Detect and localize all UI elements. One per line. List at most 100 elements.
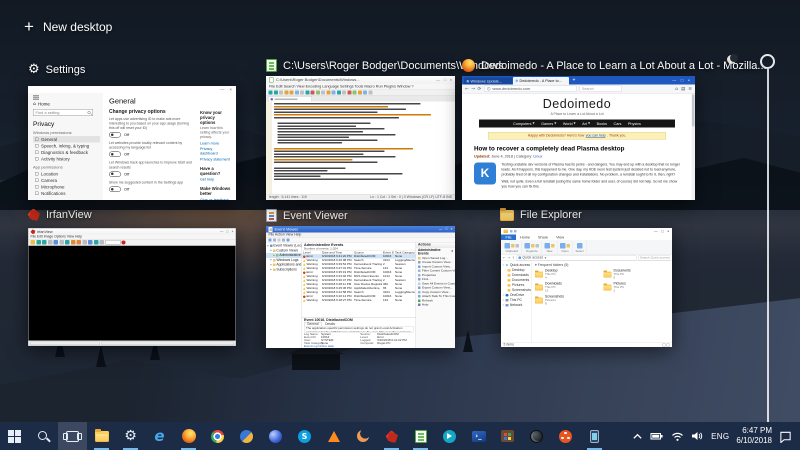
zoom-input[interactable] [105, 240, 120, 245]
toolbar-button-icon[interactable] [31, 240, 36, 245]
toolbar-button-icon[interactable] [321, 90, 325, 94]
event-row[interactable]: Warning6/10/2018 6:30:47 PMKernel-Event … [302, 279, 416, 283]
toolbar-button-icon[interactable] [337, 90, 341, 94]
volume-icon[interactable] [691, 430, 704, 442]
settings-nav-item[interactable]: Notifications [33, 190, 100, 197]
event-row[interactable]: Warning6/10/2018 6:37:31 PMTime-Service1… [302, 267, 416, 271]
site-nav-item[interactable]: Computers▼ [513, 121, 534, 126]
action-item[interactable]: Help [416, 303, 455, 307]
aside-link[interactable]: Give us feedback [200, 197, 231, 200]
event-row[interactable]: Warning6/10/2018 6:28:11 PMUser Device R… [302, 283, 416, 287]
tree-node[interactable]: ▸Subscriptions [266, 267, 302, 272]
frequent-folder-tile[interactable]: DesktopThis PC4 [535, 269, 601, 280]
nav-pane-item[interactable]: ›Network [501, 303, 532, 308]
event-row[interactable]: Error6/10/2018 6:35:19 PMDistributedCOM1… [302, 271, 416, 275]
action-item[interactable]: Create Custom View... [416, 260, 455, 264]
site-nav-item[interactable]: Art▼ [582, 121, 590, 126]
toolbar-button-icon[interactable] [59, 240, 64, 245]
toolbar-button-icon[interactable] [273, 238, 276, 241]
ribbon-button-icon[interactable] [505, 243, 511, 249]
event-row[interactable]: Error6/10/2018 6:41:22 PMDistributedCOM1… [302, 255, 416, 259]
toolbar-button-icon[interactable] [332, 90, 336, 94]
toolbar-button-icon[interactable] [300, 90, 304, 94]
toolbar-button-icon[interactable] [48, 240, 53, 245]
toolbar-button-icon[interactable] [290, 90, 294, 94]
thumbnail-label-firefox[interactable]: Dedoimedo - A Place to Learn a Lot About… [462, 59, 767, 72]
toolbar-button-icon[interactable] [71, 240, 76, 245]
input-language-indicator[interactable]: ENG [711, 432, 729, 441]
action-item[interactable]: Filter Current Custom View... [416, 269, 455, 273]
toolbar-button-icon[interactable] [282, 238, 285, 241]
site-nav-item[interactable]: Books [597, 121, 607, 126]
toggle-switch[interactable]: Off [109, 132, 193, 138]
file-explorer-window-thumbnail[interactable]: — □ × File Home Share View ClipboardOrga… [501, 228, 672, 347]
toolbar-button-icon[interactable] [295, 90, 299, 94]
notepad-window-thumbnail[interactable]: C:\Users\Roger Bodger\Documents\Windows.… [266, 76, 455, 200]
frequent-folder-tile[interactable]: DownloadsThis PC12 [535, 282, 601, 293]
taskbar-vlc-button[interactable] [319, 422, 348, 450]
frequent-folder-tile[interactable]: PicturesThis PC2 [604, 282, 670, 293]
taskbar-phone-app-button[interactable] [580, 422, 609, 450]
toolbar-button-icon[interactable] [88, 240, 93, 245]
firefox-window-thumbnail[interactable]: Windows Update... Dedoimedo - A Place to… [462, 76, 695, 200]
toolbar-button-icon[interactable] [305, 90, 309, 94]
wifi-icon[interactable] [671, 430, 684, 442]
ribbon-button-icon[interactable] [551, 244, 555, 248]
aside-link[interactable]: Learn more [200, 141, 231, 146]
event-viewer-window-thumbnail[interactable]: Event Viewer — □ × File Action View Help… [266, 226, 455, 348]
site-nav-item[interactable]: Cars [614, 121, 622, 126]
frequent-folder-tile[interactable]: DocumentsThis PC0 [604, 269, 670, 280]
toolbar-button-icon[interactable] [100, 240, 105, 245]
toolbar-button-icon[interactable] [36, 240, 41, 245]
toolbar-button-icon[interactable] [316, 90, 320, 94]
toolbar-button-icon[interactable] [284, 90, 288, 94]
action-item[interactable]: Import Custom View... [416, 265, 455, 269]
action-item[interactable]: Attach Task To This Custom View... [416, 294, 455, 298]
action-item[interactable]: Copy Custom View... [416, 290, 455, 294]
action-item[interactable]: Save All Events in Custom View As... [416, 282, 455, 286]
toolbar-button-icon[interactable] [274, 90, 278, 94]
aside-link[interactable]: Privacy statement [200, 157, 231, 162]
toolbar-button-icon[interactable] [269, 90, 273, 94]
toggle-switch[interactable]: Off [109, 152, 193, 158]
aside-link[interactable]: Get help [200, 177, 231, 182]
toolbar-button-icon[interactable] [342, 90, 346, 94]
toolbar-button-icon[interactable] [54, 240, 59, 245]
toolbar-button-icon[interactable] [42, 240, 47, 245]
taskbar-ubuntu-button[interactable] [551, 422, 580, 450]
new-desktop-button[interactable]: + New desktop [24, 20, 112, 34]
taskbar-search-button[interactable] [29, 422, 58, 450]
site-nav-item[interactable]: World▼ [563, 121, 576, 126]
site-nav-item[interactable]: Games▼ [541, 121, 556, 126]
ribbon-button-icon[interactable] [511, 244, 515, 248]
event-row[interactable]: Warning6/10/2018 6:33:02 PMDNS Client Ev… [302, 275, 416, 279]
taskbar-file-explorer-button[interactable] [87, 422, 116, 450]
battery-icon[interactable] [650, 430, 664, 442]
taskbar-firefox-button[interactable] [174, 422, 203, 450]
taskbar-irfanview-button[interactable] [377, 422, 406, 450]
ribbon-button-icon[interactable] [567, 244, 571, 248]
tray-expand-chevron-icon[interactable] [632, 431, 643, 442]
taskbar-media-player-button[interactable] [232, 422, 261, 450]
frequent-folder-tile[interactable]: ScreenshotsPictures8 [535, 295, 601, 306]
event-row[interactable]: Warning6/10/2018 6:39:54 PMKernel-Event … [302, 263, 416, 267]
thumbnail-label-event-viewer[interactable]: Event Viewer [266, 209, 348, 222]
ribbon-button-icon[interactable] [525, 243, 531, 249]
toolbar-button-icon[interactable] [358, 90, 362, 94]
taskbar-settings-button[interactable]: ⚙ [116, 422, 145, 450]
taskbar-task-view-button[interactable] [58, 422, 87, 450]
toolbar-button-icon[interactable] [82, 240, 87, 245]
toolbar-button-icon[interactable] [347, 90, 351, 94]
taskbar-teal-circle-app-button[interactable] [435, 422, 464, 450]
toolbar-button-icon[interactable] [278, 238, 281, 241]
taskbar-clock[interactable]: 6:47 PM 6/10/2018 [736, 426, 772, 446]
ribbon-button-icon[interactable] [545, 243, 551, 249]
irfanview-window-thumbnail[interactable]: IrfanView — □ × File Edit Image Options … [28, 228, 236, 346]
settings-window-thumbnail[interactable]: — × ⌂ Home Find a setting Privacy Window… [28, 86, 236, 200]
toolbar-button-icon[interactable] [353, 90, 357, 94]
toggle-switch[interactable]: Off [109, 186, 193, 192]
taskbar-blue-swoosh-app-button[interactable] [261, 422, 290, 450]
event-row[interactable]: Warning6/10/2018 6:18:27 PMTime-Service1… [302, 299, 416, 303]
taskbar-notepad-plus-plus-button[interactable] [406, 422, 435, 450]
taskbar-dark-circle-app-button[interactable] [522, 422, 551, 450]
